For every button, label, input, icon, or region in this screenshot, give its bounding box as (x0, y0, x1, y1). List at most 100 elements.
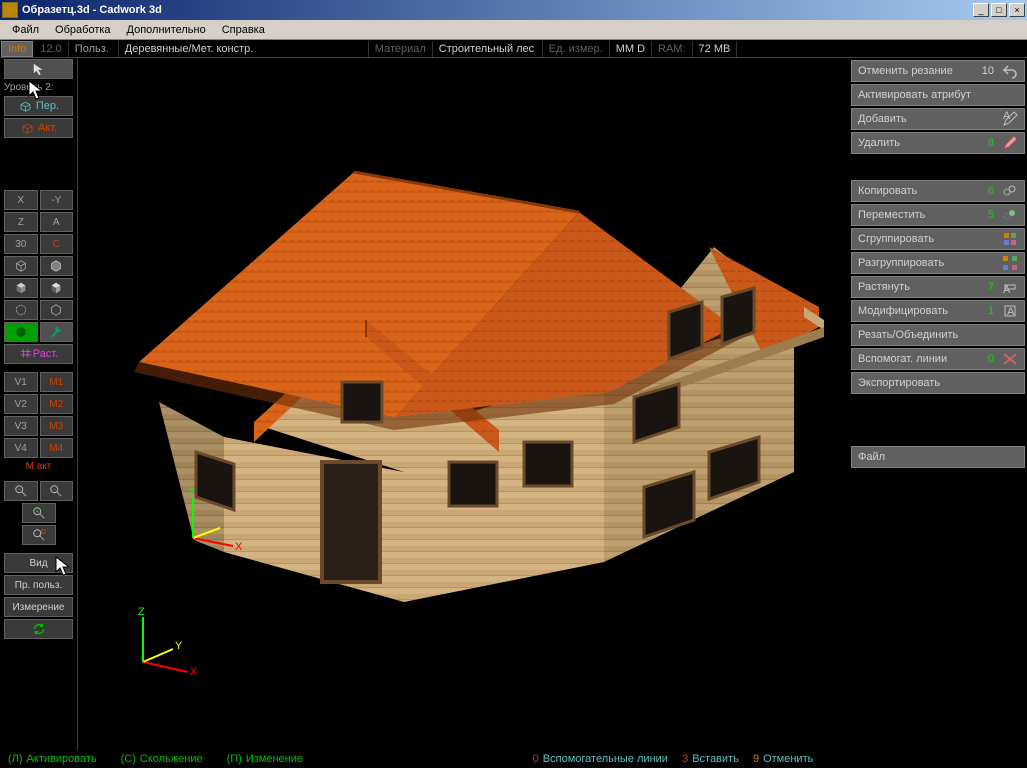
viewport-3d[interactable]: X Y Z X Z (78, 58, 849, 750)
zoom-fit-button[interactable] (22, 503, 56, 523)
delete-button[interactable]: Удалить8 (851, 132, 1025, 154)
axis-z-button[interactable]: Z (4, 212, 38, 232)
maximize-button[interactable]: □ (991, 3, 1007, 17)
wrench-icon (47, 325, 65, 339)
group-button[interactable]: Сгруппировать (851, 228, 1025, 250)
zoom-in-icon (12, 484, 30, 498)
add-button[interactable]: Добавить A (851, 108, 1025, 130)
ram-label: RAM: (652, 41, 693, 57)
house-model (104, 132, 824, 655)
cursor-icon (30, 62, 48, 76)
view-button[interactable]: Вид (4, 553, 73, 573)
solid-cube-icon (47, 259, 65, 273)
active-button[interactable]: Акт. (4, 118, 73, 138)
axis-ny-button[interactable]: -Y (40, 190, 74, 210)
v2-button[interactable]: V2 (4, 394, 38, 414)
move-button[interactable]: Переместить5 (851, 204, 1025, 226)
eraser-icon (1002, 135, 1018, 151)
info-button[interactable]: Info (1, 41, 33, 57)
m4-button[interactable]: M4 (40, 438, 74, 458)
m3-button[interactable]: M3 (40, 416, 74, 436)
material-value[interactable]: Строительный лес (433, 41, 543, 57)
status-left: (Л)Активировать (8, 753, 97, 765)
box-wire-button[interactable] (4, 256, 38, 276)
axis-c-button[interactable]: C (40, 234, 74, 254)
left-toolbar: Уровень 2: Пер. Акт. X -Y Z A 30 C (0, 58, 78, 750)
axis-gizmo-model: X Z (178, 488, 258, 571)
minimize-button[interactable]: _ (973, 3, 989, 17)
menu-help[interactable]: Справка (214, 22, 273, 38)
copy-button[interactable]: Копировать6 (851, 180, 1025, 202)
box-green-button[interactable] (4, 322, 38, 342)
stretch-button[interactable]: Растянуть7 A (851, 276, 1025, 298)
axis-30-button[interactable]: 30 (4, 234, 38, 254)
user-label[interactable]: Польз. (69, 41, 119, 57)
v3-button[interactable]: V3 (4, 416, 38, 436)
refresh-button[interactable] (4, 619, 73, 639)
infobar: Info 12.0 Польз. Деревянные/Мет. констр.… (0, 40, 1027, 58)
file-button[interactable]: Файл (851, 446, 1025, 468)
group-icon (1002, 231, 1018, 247)
m-active-label: М акт (0, 459, 77, 474)
wireframe-cube-icon (12, 259, 30, 273)
box-lit1-button[interactable] (4, 278, 38, 298)
zoom-out-icon (47, 484, 65, 498)
zoom-out-button[interactable] (40, 481, 74, 501)
status-hotkeys: 0Вспомогательные линии 3Вставить 9Отмени… (533, 753, 814, 765)
solid-cube-icon (12, 325, 30, 339)
refresh-icon (30, 622, 48, 636)
version-label: 12.0 (34, 41, 68, 57)
units-value[interactable]: ММ D (610, 41, 652, 57)
ungroup-icon (1002, 255, 1018, 271)
ungroup-button[interactable]: Разгруппировать (851, 252, 1025, 274)
undo-cut-button[interactable]: Отменить резание10 (851, 60, 1025, 82)
axis-gizmo: X Y Z (118, 607, 198, 690)
cube-icon (18, 99, 36, 113)
grid-icon (19, 347, 33, 361)
cut-join-button[interactable]: Резать/Объединить (851, 324, 1025, 346)
undo-icon (1002, 63, 1018, 79)
edit-icon: A (1002, 111, 1018, 127)
titlebar: Образетц.3d - Cadwork 3d _ □ × (0, 0, 1027, 20)
m2-button[interactable]: M2 (40, 394, 74, 414)
svg-text:Z: Z (138, 607, 145, 618)
units-label: Ед. измер. (543, 41, 610, 57)
status-center: (С)Скольжение (121, 753, 203, 765)
close-button[interactable]: × (1009, 3, 1025, 17)
activate-attribute-button[interactable]: Активировать атрибут (851, 84, 1025, 106)
box-solid-button[interactable] (40, 256, 74, 276)
zoom-window-button[interactable] (22, 525, 56, 545)
shaded-cube-icon (12, 281, 30, 295)
cursor-tool-button[interactable] (4, 59, 73, 79)
perspective-button[interactable]: Пер. (4, 96, 73, 116)
menu-extras[interactable]: Дополнительно (119, 22, 214, 38)
box-plain-button[interactable] (40, 300, 74, 320)
statusbar: (Л)Активировать (С)Скольжение (П)Изменен… (0, 750, 1027, 768)
axis-x-button[interactable]: X (4, 190, 38, 210)
svg-text:X: X (190, 666, 198, 678)
m1-button[interactable]: M1 (40, 372, 74, 392)
helper-lines-button[interactable]: Вспомогат. линии0 (851, 348, 1025, 370)
export-button[interactable]: Экспортировать (851, 372, 1025, 394)
raster-button[interactable]: Раст. (4, 344, 73, 364)
wrench-button[interactable] (40, 322, 74, 342)
user-profile-button[interactable]: Пр. польз. (4, 575, 73, 595)
construction-mode[interactable]: Деревянные/Мет. констр. (119, 41, 369, 57)
v4-button[interactable]: V4 (4, 438, 38, 458)
zoom-window-icon (30, 528, 48, 542)
v1-button[interactable]: V1 (4, 372, 38, 392)
stretch-icon: A (1002, 279, 1018, 295)
box-dash-button[interactable] (4, 300, 38, 320)
modify-button[interactable]: Модифицировать1 A (851, 300, 1025, 322)
measurement-button[interactable]: Измерение (4, 597, 73, 617)
ram-value: 72 MB (693, 41, 738, 57)
svg-text:A: A (1003, 284, 1011, 295)
svg-text:Y: Y (175, 640, 183, 652)
zoom-in-button[interactable] (4, 481, 38, 501)
box-lit2-button[interactable] (40, 278, 74, 298)
menu-edit[interactable]: Обработка (47, 22, 118, 38)
axis-a-button[interactable]: A (40, 212, 74, 232)
menu-file[interactable]: Файл (4, 22, 47, 38)
cube-icon (20, 121, 38, 135)
shaded-cube-icon (47, 281, 65, 295)
